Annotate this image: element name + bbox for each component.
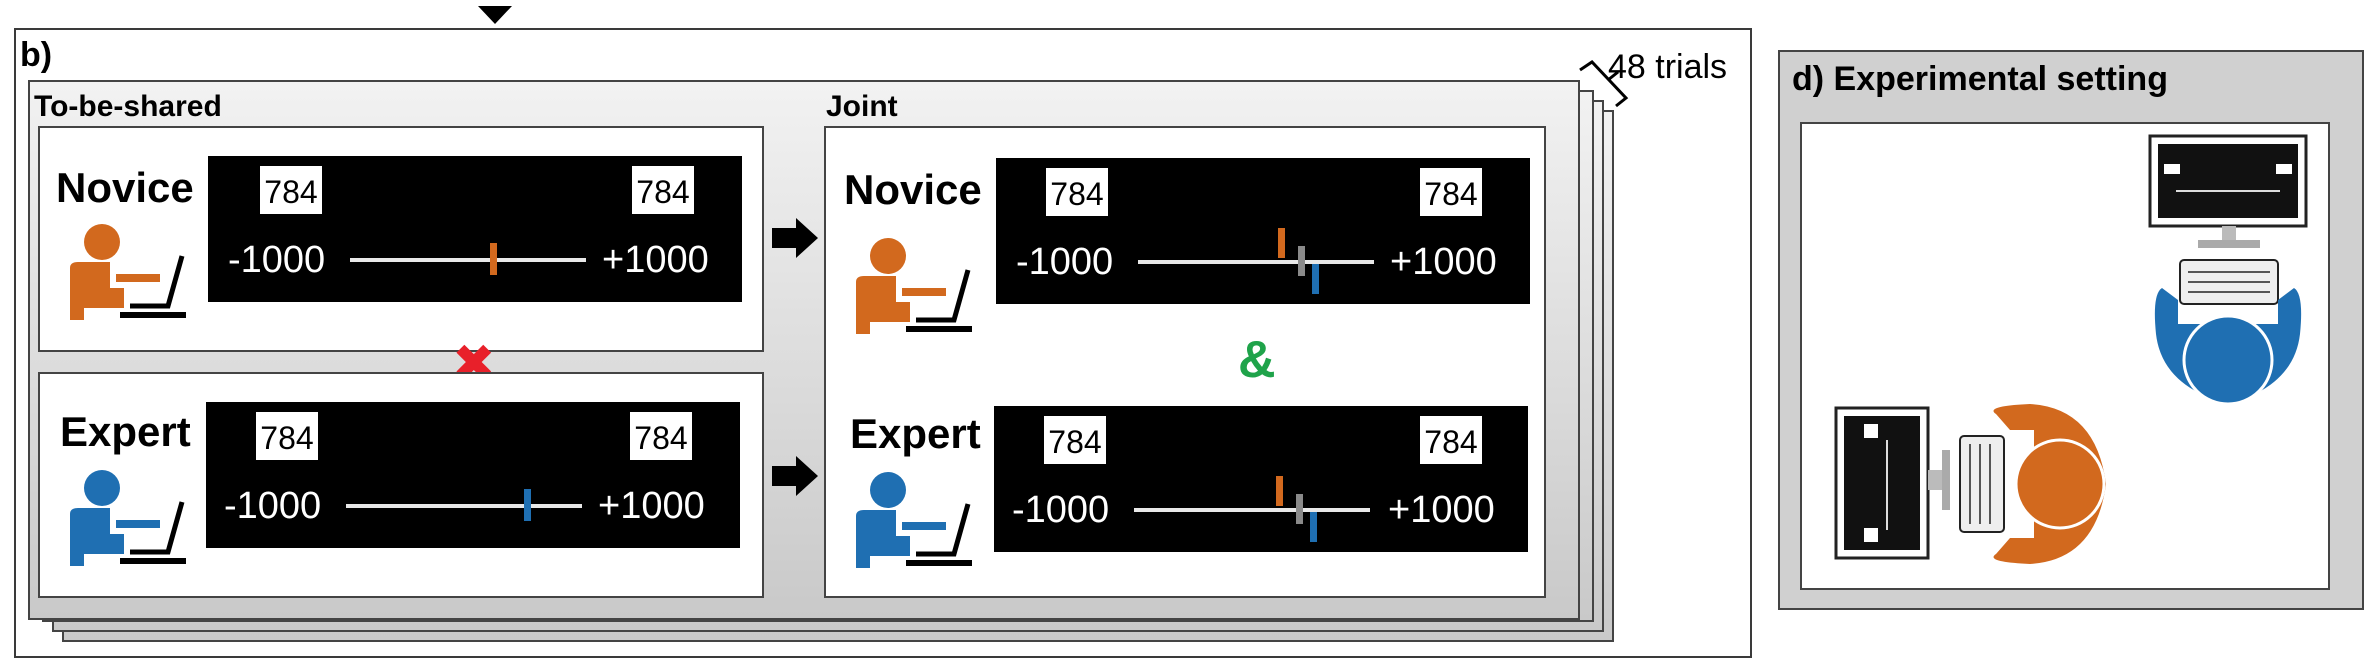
shared-expert-scale-max: +1000 <box>598 485 705 527</box>
shared-novice-left-number: 784 <box>258 164 324 216</box>
joint-novice-novice-marker <box>1278 228 1285 258</box>
joint-novice-scale-track <box>1138 260 1374 264</box>
arrow-right-icon <box>772 456 818 496</box>
expert-user-at-laptop-icon <box>70 470 186 566</box>
joint-novice-scale-min: -1000 <box>1016 241 1114 283</box>
arrow-right-icon <box>772 218 818 258</box>
shared-novice-estimate-marker <box>490 243 497 275</box>
joint-expert-scale-min: -1000 <box>1012 489 1110 531</box>
shared-novice-scale-max: +1000 <box>602 239 709 281</box>
joint-expert-role: Expert <box>850 410 981 457</box>
joint-novice-mean-marker <box>1298 246 1305 276</box>
joint-expert-novice-marker <box>1276 476 1283 506</box>
joint-novice-right-number: 784 <box>1418 166 1484 218</box>
shared-novice-scale-track <box>350 258 586 262</box>
joint-expert-expert-marker <box>1310 512 1317 542</box>
novice-workstation-topview-icon <box>1834 404 2106 564</box>
shared-expert-scale-track <box>346 504 582 508</box>
shared-novice-scale-min: -1000 <box>228 239 326 281</box>
joint-expert-right-number: 784 <box>1418 414 1484 466</box>
joint-novice-left-number: 784 <box>1044 166 1110 218</box>
joint-ampersand-symbol: & <box>1238 331 1276 389</box>
joint-novice-expert-marker <box>1312 264 1319 294</box>
shared-expert-right-number: 784 <box>628 410 694 462</box>
novice-user-at-laptop-icon <box>70 224 186 320</box>
top-pointer-icon <box>478 6 512 24</box>
joint-expert-scale-max: +1000 <box>1388 489 1495 531</box>
joint-expert-scale-track <box>1134 508 1370 512</box>
shared-novice-right-number: 784 <box>630 164 696 216</box>
panel-b-label: b) <box>20 36 53 74</box>
shared-expert-left-number: 784 <box>254 410 320 462</box>
joint-expert-left-number: 784 <box>1042 414 1108 466</box>
shared-novice-role: Novice <box>56 164 194 211</box>
section-title-joint: Joint <box>826 90 898 123</box>
expert-workstation-topview-icon <box>2148 134 2308 406</box>
trials-label: 48 trials <box>1608 48 1728 86</box>
joint-novice-scale-max: +1000 <box>1390 241 1497 283</box>
novice-user-at-laptop-icon <box>856 238 972 334</box>
joint-novice-role: Novice <box>844 166 982 213</box>
shared-expert-scale-min: -1000 <box>224 485 322 527</box>
expert-user-at-laptop-icon <box>856 472 972 568</box>
shared-expert-estimate-marker <box>524 489 531 521</box>
joint-expert-mean-marker <box>1296 494 1303 524</box>
section-title-to-be-shared: To-be-shared <box>34 90 222 123</box>
shared-expert-role: Expert <box>60 408 191 455</box>
panel-d-title: d) Experimental setting <box>1792 60 2168 98</box>
